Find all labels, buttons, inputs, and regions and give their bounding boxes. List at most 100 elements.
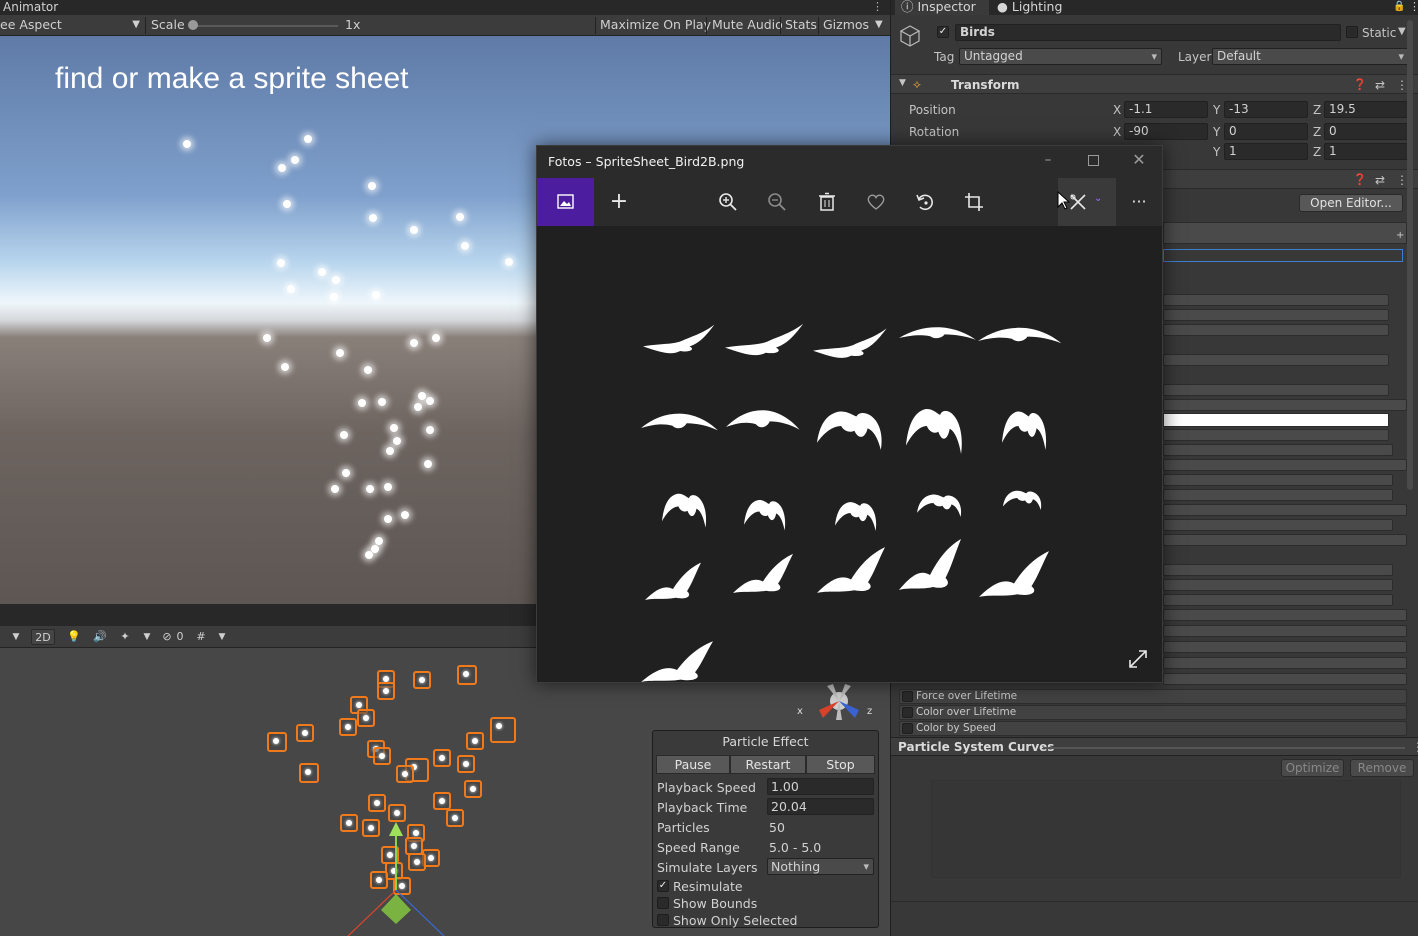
module-color-by-speed[interactable]: Color by Speed bbox=[899, 721, 1407, 736]
mute-audio-button[interactable]: Mute Audio bbox=[712, 15, 783, 35]
module-field[interactable] bbox=[1163, 519, 1393, 531]
module-field[interactable] bbox=[1163, 324, 1389, 336]
resimulate-checkbox[interactable]: ✓ bbox=[657, 880, 669, 892]
rotation-y-field[interactable]: 0 bbox=[1224, 123, 1308, 140]
show-bounds-checkbox[interactable] bbox=[657, 897, 669, 909]
module-field[interactable] bbox=[1163, 474, 1393, 486]
more-options-icon[interactable]: ⋮ bbox=[872, 0, 883, 15]
module-field[interactable] bbox=[1163, 641, 1407, 653]
module-field[interactable] bbox=[1163, 594, 1393, 606]
simulate-layers-dropdown[interactable]: Nothing bbox=[767, 858, 874, 875]
more-options-icon[interactable]: ··· bbox=[1127, 190, 1151, 214]
module-field[interactable] bbox=[1163, 657, 1407, 669]
remove-button[interactable]: Remove bbox=[1350, 759, 1414, 777]
color-field[interactable] bbox=[1163, 413, 1389, 427]
photos-title-bar[interactable]: Fotos – SpriteSheet_Bird2B.png – ✕ bbox=[537, 146, 1162, 178]
help-icon[interactable]: ❓ bbox=[1353, 78, 1367, 91]
position-y-field[interactable]: -13 bbox=[1224, 101, 1308, 118]
maximize-icon[interactable] bbox=[1088, 155, 1099, 166]
layer-dropdown[interactable]: Default bbox=[1212, 48, 1409, 65]
show-only-selected-checkbox[interactable] bbox=[657, 914, 669, 926]
module-field[interactable] bbox=[1163, 399, 1407, 411]
tag-dropdown[interactable]: Untagged bbox=[959, 48, 1162, 65]
module-field[interactable] bbox=[1163, 609, 1407, 621]
module-field[interactable] bbox=[1163, 534, 1407, 546]
draw-mode-dropdown-icon[interactable]: ▼ bbox=[9, 629, 23, 645]
module-field[interactable] bbox=[1163, 504, 1407, 516]
playback-time-field[interactable]: 20.04 bbox=[767, 798, 874, 815]
rotation-z-field[interactable]: 0 bbox=[1324, 123, 1408, 140]
aspect-dropdown[interactable]: ee Aspect ▼ bbox=[0, 15, 140, 35]
rotate-icon[interactable] bbox=[915, 192, 935, 212]
scale-slider-thumb[interactable] bbox=[188, 20, 198, 30]
module-checkbox[interactable] bbox=[902, 707, 913, 718]
module-field[interactable] bbox=[1163, 444, 1393, 456]
move-gizmo[interactable] bbox=[340, 820, 450, 936]
minimize-icon[interactable]: – bbox=[1040, 152, 1056, 168]
help-icon[interactable]: ❓ bbox=[1353, 173, 1367, 186]
module-field[interactable] bbox=[1163, 625, 1407, 637]
module-checkbox[interactable] bbox=[902, 723, 913, 734]
fullscreen-icon[interactable] bbox=[1127, 648, 1149, 670]
restart-button[interactable]: Restart bbox=[730, 755, 806, 774]
scale-slider-track[interactable] bbox=[192, 25, 338, 27]
module-field[interactable] bbox=[1163, 673, 1407, 685]
tab-lighting[interactable]: ● Lighting bbox=[991, 0, 1068, 15]
sprite-sheet-image[interactable] bbox=[537, 226, 1162, 682]
tab-inspector[interactable]: ⓘ Inspector bbox=[895, 0, 989, 15]
selected-field[interactable] bbox=[1163, 249, 1403, 262]
preset-icon[interactable]: ⇄ bbox=[1375, 173, 1385, 187]
optimize-button[interactable]: Optimize bbox=[1281, 759, 1344, 777]
preset-icon[interactable]: ⇄ bbox=[1375, 78, 1385, 92]
particle-system-row[interactable] bbox=[1163, 222, 1407, 244]
add-icon[interactable]: + bbox=[607, 190, 631, 214]
curves-menu-icon[interactable]: ⋮ bbox=[1412, 740, 1418, 754]
static-dropdown-icon[interactable]: ▼ bbox=[1398, 26, 1406, 37]
curves-graph[interactable] bbox=[931, 780, 1401, 878]
playback-speed-field[interactable]: 1.00 bbox=[767, 778, 874, 795]
active-checkbox[interactable]: ✓ bbox=[937, 26, 949, 38]
add-icon[interactable]: + bbox=[1396, 230, 1404, 241]
zoom-in-icon[interactable] bbox=[718, 192, 738, 212]
module-field[interactable] bbox=[1163, 309, 1389, 321]
gizmos-dropdown-icon[interactable]: ▼ bbox=[875, 15, 883, 35]
module-field[interactable] bbox=[1163, 459, 1407, 471]
module-checkbox[interactable] bbox=[902, 691, 913, 702]
delete-icon[interactable] bbox=[818, 192, 836, 212]
favorite-heart-icon[interactable] bbox=[866, 193, 886, 211]
lighting-icon[interactable]: 💡 bbox=[66, 629, 82, 645]
inspector-scrollbar[interactable] bbox=[1407, 20, 1413, 490]
orientation-gizmo-icon[interactable] bbox=[805, 678, 877, 724]
position-z-field[interactable]: 19.5 bbox=[1324, 101, 1408, 118]
module-field[interactable] bbox=[1163, 294, 1389, 306]
module-field[interactable] bbox=[1163, 489, 1393, 501]
grid-icon[interactable]: # bbox=[193, 629, 209, 645]
module-field[interactable] bbox=[1163, 354, 1389, 366]
stop-button[interactable]: Stop bbox=[806, 755, 875, 774]
open-editor-button[interactable]: Open Editor... bbox=[1299, 194, 1403, 212]
toggle-2d-button[interactable]: 2D bbox=[31, 629, 55, 645]
more-options-icon[interactable]: ⋮ bbox=[1403, 0, 1418, 15]
module-field[interactable] bbox=[1163, 429, 1389, 441]
view-image-button[interactable] bbox=[537, 178, 594, 226]
module-field[interactable] bbox=[1163, 564, 1393, 576]
animator-tab[interactable]: Animator bbox=[0, 0, 890, 15]
position-x-field[interactable]: -1.1 bbox=[1124, 101, 1208, 118]
effects-icon[interactable]: ✦ bbox=[117, 629, 133, 645]
object-name-field[interactable]: Birds bbox=[955, 24, 1341, 41]
audio-icon[interactable]: 🔊 bbox=[92, 629, 108, 645]
effects-dropdown-icon[interactable]: ▼ bbox=[141, 629, 153, 645]
zoom-out-icon[interactable] bbox=[767, 192, 787, 212]
gizmos-button[interactable]: Gizmos bbox=[823, 15, 869, 35]
static-checkbox[interactable] bbox=[1346, 26, 1358, 38]
foldout-arrow-icon[interactable]: ▼ bbox=[899, 78, 906, 88]
module-force-over-lifetime[interactable]: Force over Lifetime bbox=[899, 689, 1407, 704]
module-color-over-lifetime[interactable]: Color over Lifetime bbox=[899, 705, 1407, 720]
grid-dropdown-icon[interactable]: ▼ bbox=[216, 629, 228, 645]
close-icon[interactable]: ✕ bbox=[1131, 150, 1147, 169]
hidden-objects-icon[interactable]: ⊘ bbox=[160, 629, 174, 645]
transform-header[interactable]: ▼ ⟡ Transform ❓ ⇄ ⋮ bbox=[891, 74, 1418, 94]
scale-z-field[interactable]: 1 bbox=[1324, 143, 1408, 160]
maximize-on-play-button[interactable]: Maximize On Play bbox=[600, 15, 711, 35]
rotation-x-field[interactable]: -90 bbox=[1124, 123, 1208, 140]
